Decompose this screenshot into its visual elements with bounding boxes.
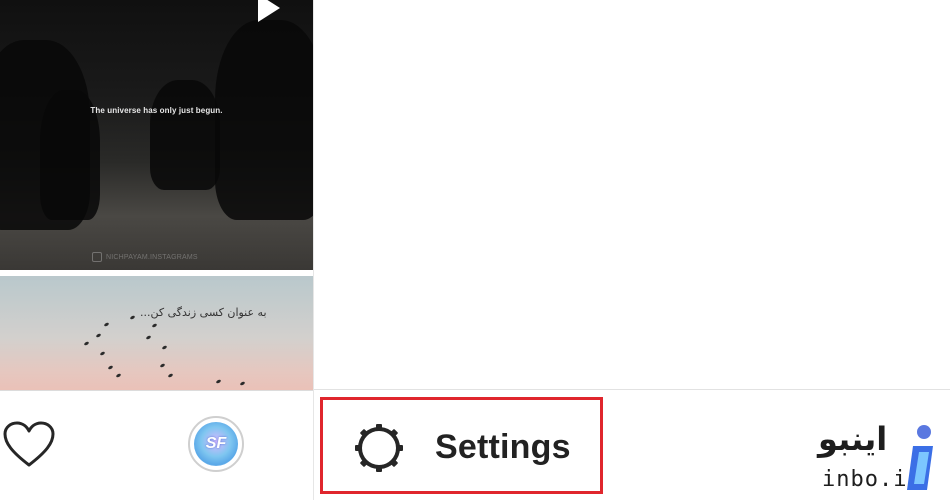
column-divider [313,0,314,500]
feed-grid: The universe has only just begun. NICHPA… [0,0,313,390]
bird-icon [167,372,174,379]
gear-icon [355,424,403,472]
bird-icon [145,334,152,341]
video-post[interactable]: The universe has only just begun. NICHPA… [0,0,313,270]
bird-icon [215,378,222,385]
avatar-image: SF [194,422,238,466]
bird-icon [103,321,110,328]
settings-label: Settings [435,428,571,466]
silhouette [150,80,220,190]
menu-divider [314,389,950,390]
bird-icon [239,380,246,387]
video-caption: The universe has only just begun. [90,106,223,115]
bird-icon [115,372,122,379]
bird-icon [99,350,106,357]
bird-icon [151,322,158,329]
bird-icon [159,362,166,369]
watermark-text: NICHPAYAM.INSTAGRAMS [106,253,198,261]
settings-menu-item[interactable]: Settings [320,397,603,494]
profile-avatar[interactable]: SF [188,416,244,472]
bird-icon [107,364,114,371]
bird-icon [161,344,168,351]
brand-name: اینبو [818,420,888,458]
instagram-icon [92,252,102,262]
bird-icon [83,340,90,347]
bird-icon [129,314,136,321]
heart-icon[interactable] [2,421,56,469]
image-post[interactable]: به عنوان کسی زندگی کن... [0,276,313,390]
video-watermark: NICHPAYAM.INSTAGRAMS [92,252,198,262]
brand-i-icon [907,425,933,490]
inbo-logo: اینبو inbo.ir [810,420,950,500]
image-overlay-text: به عنوان کسی زندگی کن... [140,306,267,319]
bird-icon [95,332,102,339]
play-icon[interactable] [258,0,280,22]
silhouette [215,20,313,220]
